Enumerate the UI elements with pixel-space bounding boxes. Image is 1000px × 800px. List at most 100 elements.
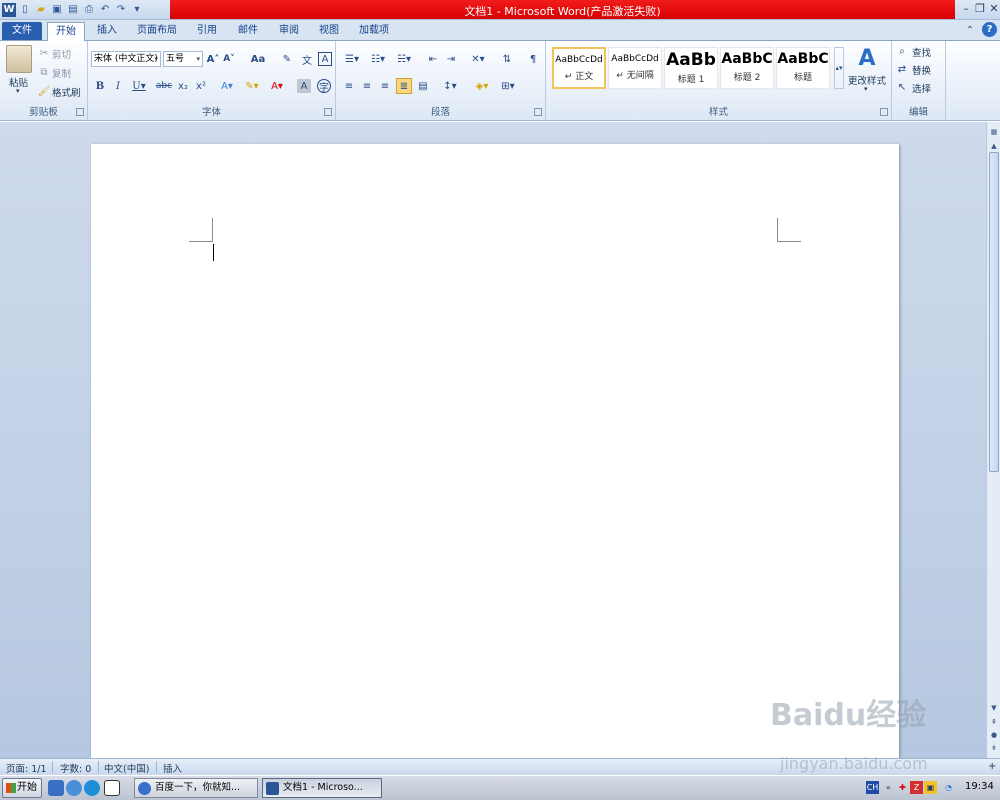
show-marks-icon[interactable]: ¶	[526, 52, 540, 66]
customize-qat-icon[interactable]: ▾	[130, 3, 144, 17]
align-center-icon[interactable]: ≡	[360, 79, 374, 93]
undo-icon[interactable]: ↶	[98, 3, 112, 17]
bullets-icon[interactable]: ☰▾	[342, 52, 362, 66]
tab-view[interactable]: 视图	[312, 22, 346, 40]
styles-scroll-icon[interactable]: ▴▾	[834, 47, 844, 89]
page-count[interactable]: 页面: 1/1	[6, 761, 47, 775]
shading-icon[interactable]: ◈▾	[472, 79, 492, 93]
format-painter-icon[interactable]: 🖌	[38, 85, 51, 97]
tab-mailings[interactable]: 邮件	[231, 22, 265, 40]
zoom-in-icon[interactable]: +	[988, 761, 996, 772]
borders-icon[interactable]: ⊞▾	[498, 79, 518, 93]
clear-formatting-icon[interactable]: ✎	[280, 52, 294, 66]
chinese-layout-icon[interactable]: ✕▾	[468, 52, 488, 66]
format-painter-button[interactable]: 格式刷	[52, 85, 81, 99]
cut-icon[interactable]: ✂	[38, 47, 50, 59]
tab-file[interactable]: 文件	[2, 22, 42, 40]
find-icon[interactable]: ⌕	[896, 45, 908, 57]
start-button[interactable]: 开始	[2, 778, 42, 798]
italic-icon[interactable]: I	[112, 79, 124, 93]
save-icon[interactable]: ▣	[50, 3, 64, 17]
tab-references[interactable]: 引用	[190, 22, 224, 40]
style-no-spacing[interactable]: AaBbCcDd ↵ 无间隔	[608, 47, 662, 89]
style-normal[interactable]: AaBbCcDd ↵ 正文	[552, 47, 606, 89]
tab-home[interactable]: 开始	[47, 22, 85, 42]
vertical-scrollbar[interactable]: ▦ ▲ ▼ ⇞ ● ⇟	[986, 122, 1000, 758]
previous-page-icon[interactable]: ⇞	[988, 716, 1000, 728]
shrink-font-icon[interactable]: A˅	[223, 52, 235, 66]
tray-expand-icon[interactable]: «	[882, 781, 895, 794]
font-launcher-icon[interactable]	[324, 108, 332, 116]
distributed-icon[interactable]: ▤	[416, 79, 430, 93]
replace-icon[interactable]: ⇄	[896, 63, 908, 75]
line-spacing-icon[interactable]: ↕▾	[440, 79, 460, 93]
network-icon[interactable]: ▣	[924, 781, 937, 794]
change-styles-icon[interactable]: A	[854, 45, 880, 71]
minimize-ribbon-icon[interactable]: ⌃	[963, 23, 977, 37]
character-shading-icon[interactable]: A	[297, 79, 311, 93]
show-desktop-icon[interactable]	[48, 780, 64, 796]
style-title[interactable]: AaBbC 标题	[776, 47, 830, 89]
close-icon[interactable]: ✕	[985, 1, 1000, 17]
numbering-icon[interactable]: ☷▾	[368, 52, 388, 66]
cut-button[interactable]: 剪切	[52, 47, 71, 61]
copy-icon[interactable]: ⧉	[38, 66, 50, 78]
subscript-icon[interactable]: x₂	[176, 79, 190, 93]
task-browser[interactable]: 百度一下，你就知...	[134, 778, 258, 798]
font-family-select[interactable]: 宋体 (中文正文) ▾	[91, 51, 161, 67]
ruler-toggle-icon[interactable]: ▦	[988, 126, 1000, 138]
antivirus-icon[interactable]: ✚	[896, 781, 909, 794]
open-folder-icon[interactable]: ▰	[34, 3, 48, 17]
chevron-down-icon[interactable]: ▾	[864, 85, 868, 93]
select-icon[interactable]: ↖	[896, 81, 908, 93]
help-icon[interactable]: ?	[982, 22, 997, 37]
tab-addins[interactable]: 加载项	[354, 22, 394, 40]
highlight-color-icon[interactable]: ✎▾	[242, 79, 262, 93]
style-heading-2[interactable]: AaBbC 标题 2	[720, 47, 774, 89]
styles-launcher-icon[interactable]	[880, 108, 888, 116]
clipboard-launcher-icon[interactable]	[76, 108, 84, 116]
underline-icon[interactable]: U▾	[130, 79, 148, 93]
next-page-icon[interactable]: ⇟	[988, 742, 1000, 754]
ime-indicator[interactable]: CH	[866, 781, 879, 794]
browse-object-icon[interactable]: ●	[988, 729, 1000, 741]
enclose-characters-icon[interactable]: 字	[317, 79, 331, 94]
font-size-select[interactable]: 五号 ▾	[163, 51, 203, 67]
print-preview-icon[interactable]: ▤	[66, 3, 80, 17]
new-document-icon[interactable]: ▯	[18, 3, 32, 17]
scroll-thumb[interactable]	[989, 152, 999, 472]
media-icon[interactable]	[84, 780, 100, 796]
task-word[interactable]: 文档1 - Microso...	[262, 778, 382, 798]
align-left-icon[interactable]: ≡	[342, 79, 356, 93]
style-heading-1[interactable]: AaBb 标题 1	[664, 47, 718, 89]
bold-icon[interactable]: B	[94, 79, 106, 93]
clock[interactable]: 19:34	[965, 781, 994, 792]
superscript-icon[interactable]: x²	[194, 79, 208, 93]
language-indicator[interactable]: 中文(中国)	[104, 761, 149, 775]
phonetic-guide-icon[interactable]: 文	[300, 52, 314, 67]
redo-icon[interactable]: ↷	[114, 3, 128, 17]
increase-indent-icon[interactable]: ⇥	[444, 52, 458, 66]
grow-font-icon[interactable]: A˄	[207, 52, 220, 66]
tab-review[interactable]: 审阅	[272, 22, 306, 40]
sort-icon[interactable]: ⇅	[500, 52, 514, 66]
find-button[interactable]: 查找	[912, 45, 931, 59]
strikethrough-icon[interactable]: abc	[156, 79, 172, 93]
select-button[interactable]: 选择	[912, 81, 931, 95]
justify-icon[interactable]: ≣	[396, 78, 412, 94]
paste-dropdown-icon[interactable]: ▾	[16, 87, 20, 95]
tab-insert[interactable]: 插入	[90, 22, 124, 40]
scroll-up-icon[interactable]: ▲	[988, 140, 1000, 152]
font-color-icon[interactable]: A▾	[268, 79, 286, 93]
align-right-icon[interactable]: ≡	[378, 79, 392, 93]
volume-icon[interactable]: ◔	[942, 781, 955, 794]
security-icon[interactable]: Z	[910, 781, 923, 794]
copy-button[interactable]: 复制	[52, 66, 71, 80]
text-effects-icon[interactable]: A▾	[218, 79, 236, 93]
replace-button[interactable]: 替换	[912, 63, 931, 77]
scroll-down-icon[interactable]: ▼	[988, 702, 1000, 714]
character-border-icon[interactable]: A	[318, 52, 332, 66]
window-switch-icon[interactable]	[104, 780, 120, 796]
change-case-button[interactable]: Aa	[248, 52, 268, 66]
word-app-icon[interactable]: W	[2, 2, 16, 17]
